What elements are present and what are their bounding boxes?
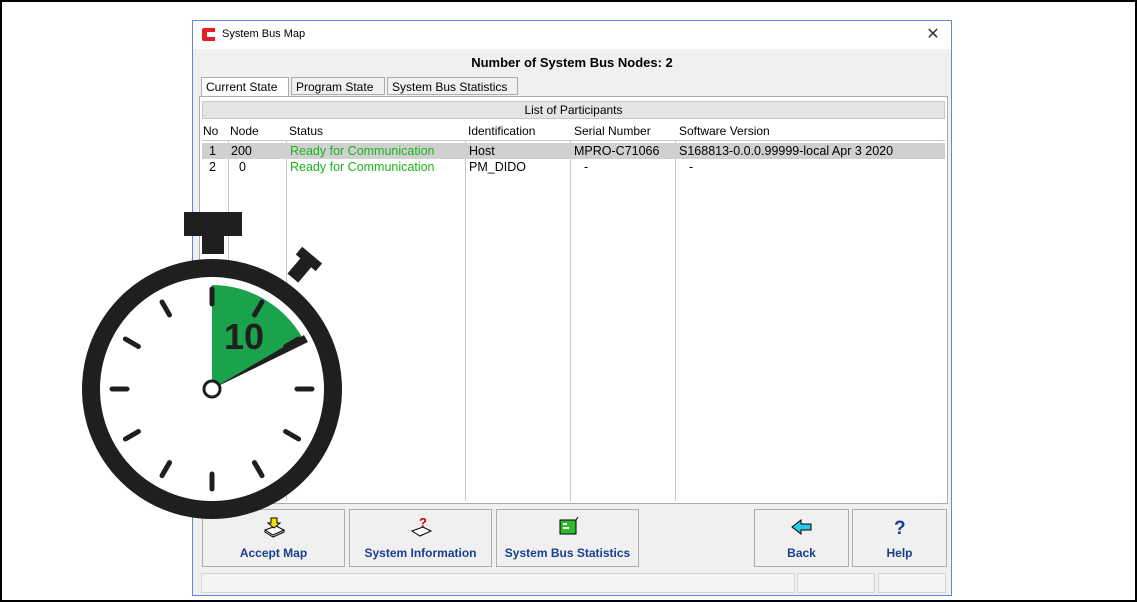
column-divider bbox=[465, 141, 466, 501]
column-header-node[interactable]: Node bbox=[230, 123, 259, 139]
system-bus-statistics-label: System Bus Statistics bbox=[504, 546, 631, 560]
column-header-serial-number[interactable]: Serial Number bbox=[574, 123, 651, 139]
cell-software-version: S168813-0.0.0.99999-local Apr 3 2020 bbox=[679, 144, 894, 158]
status-bar bbox=[199, 573, 948, 593]
cell-serial-number: MPRO-C71066 bbox=[574, 144, 660, 158]
status-pane bbox=[878, 573, 946, 593]
cell-software-version: - bbox=[689, 160, 694, 174]
close-button[interactable]: ✕ bbox=[915, 21, 951, 49]
back-button[interactable]: Back bbox=[754, 509, 849, 567]
table-row[interactable]: 2 0 Ready for Communication PM_DIDO - - bbox=[202, 159, 945, 175]
column-header-no[interactable]: No bbox=[203, 123, 218, 139]
window-title: System Bus Map bbox=[222, 28, 306, 40]
svg-text:?: ? bbox=[894, 518, 906, 538]
column-header-software-version[interactable]: Software Version bbox=[679, 123, 770, 139]
system-bus-statistics-button[interactable]: System Bus Statistics bbox=[496, 509, 639, 567]
column-header-status[interactable]: Status bbox=[289, 123, 323, 139]
status-pane bbox=[797, 573, 875, 593]
svg-text:?: ? bbox=[419, 516, 427, 530]
title-bar[interactable]: System Bus Map ✕ bbox=[193, 21, 951, 49]
app-logo-icon bbox=[202, 28, 215, 41]
bus-statistics-icon bbox=[559, 516, 578, 535]
table-row[interactable]: 1 200 Ready for Communication Host MPRO-… bbox=[202, 143, 945, 159]
cell-identification: PM_DIDO bbox=[469, 160, 526, 174]
stopwatch-top-button bbox=[184, 212, 242, 236]
list-caption: List of Participants bbox=[202, 101, 945, 119]
cell-serial-number: - bbox=[584, 160, 589, 174]
help-icon: ? bbox=[894, 518, 906, 538]
column-header-identification[interactable]: Identification bbox=[468, 123, 535, 139]
help-button[interactable]: ? Help bbox=[852, 509, 947, 567]
stopwatch-stem bbox=[202, 234, 224, 254]
cell-status: Ready for Communication bbox=[290, 144, 435, 158]
close-icon: ✕ bbox=[926, 26, 940, 43]
stopwatch-overlay: 10 bbox=[82, 212, 342, 519]
column-divider bbox=[570, 141, 571, 501]
status-pane bbox=[201, 573, 795, 593]
system-information-button[interactable]: ? System Information bbox=[349, 509, 492, 567]
system-information-label: System Information bbox=[364, 546, 477, 560]
cell-node: 0 bbox=[239, 160, 246, 174]
tab-current-state[interactable]: Current State bbox=[201, 77, 289, 97]
system-information-icon: ? bbox=[410, 516, 432, 537]
cell-node: 200 bbox=[231, 144, 252, 158]
stopwatch-pivot bbox=[202, 379, 222, 399]
tab-program-state[interactable]: Program State bbox=[291, 77, 385, 95]
cell-no: 1 bbox=[209, 144, 216, 158]
tab-system-bus-statistics[interactable]: System Bus Statistics bbox=[387, 77, 518, 95]
cell-identification: Host bbox=[469, 144, 495, 158]
node-count-heading: Number of System Bus Nodes: 2 bbox=[471, 55, 673, 70]
header-divider bbox=[202, 140, 945, 141]
cell-status: Ready for Communication bbox=[290, 160, 435, 174]
cell-no: 2 bbox=[209, 160, 216, 174]
back-arrow-icon bbox=[790, 518, 811, 536]
stopwatch-side-button bbox=[287, 246, 323, 283]
column-divider bbox=[675, 141, 676, 501]
back-label: Back bbox=[787, 546, 816, 560]
timer-number: 10 bbox=[224, 316, 264, 357]
help-label: Help bbox=[886, 546, 913, 560]
